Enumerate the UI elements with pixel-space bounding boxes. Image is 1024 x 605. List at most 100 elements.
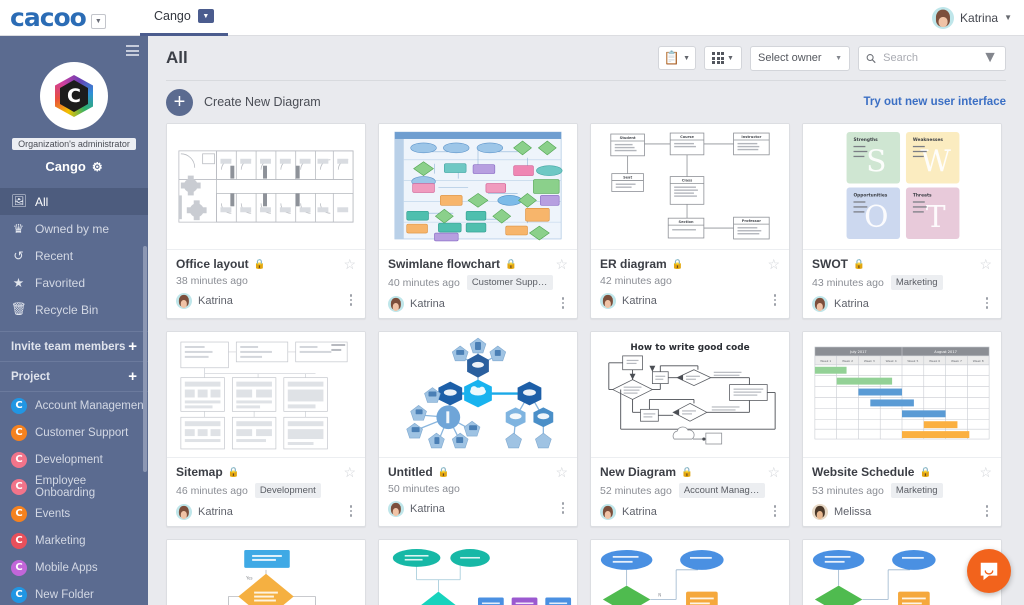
svg-text:Weaknesses: Weaknesses xyxy=(913,137,944,143)
card-tag[interactable]: Customer Support xyxy=(466,275,553,290)
chevron-down-icon[interactable]: ▼ xyxy=(90,14,106,29)
kebab-menu-icon[interactable] xyxy=(770,505,780,519)
card-tag[interactable]: Account Manage... xyxy=(678,483,765,498)
diagram-card[interactable]: July 2017 August 2017 Week 1 Week 2 Week 3 W… xyxy=(802,331,1002,527)
project-section-header[interactable]: Project + xyxy=(0,362,148,392)
sidebar-item-recent[interactable]: ↺ Recent xyxy=(0,242,148,269)
kebab-menu-icon[interactable] xyxy=(770,294,780,308)
card-tag[interactable]: Marketing xyxy=(890,483,943,498)
sidebar-item-favorited[interactable]: ★ Favorited xyxy=(0,269,148,296)
diagram-card[interactable]: Student Course Instructor Seat Class Sectio… xyxy=(590,123,790,319)
diagram-card[interactable]: Sitemap 🔒 ☆ 46 minutes ago Development K… xyxy=(166,331,366,527)
kebab-menu-icon[interactable] xyxy=(982,297,992,311)
star-outline-icon[interactable]: ☆ xyxy=(767,257,780,271)
sort-board-button[interactable]: 📋 ▼ xyxy=(657,46,696,70)
card-timestamp: 52 minutes ago xyxy=(600,484,672,497)
sidebar-scrollbar[interactable] xyxy=(143,246,147,472)
avatar xyxy=(932,6,955,29)
search-box[interactable]: ▼ xyxy=(858,45,1006,71)
sidebar-project-events[interactable]: C Events xyxy=(0,500,148,527)
kebab-menu-icon[interactable] xyxy=(346,294,356,308)
gear-icon[interactable]: ⚙ xyxy=(92,160,103,174)
office-layout-art xyxy=(167,124,365,249)
sidebar-item-all[interactable]: 🖼 All xyxy=(0,188,148,215)
kebab-menu-icon[interactable] xyxy=(346,505,356,519)
project-icon: C xyxy=(11,505,27,522)
grid-view-button[interactable]: ▼ xyxy=(704,46,742,70)
diagram-card[interactable]: How to write good code New Diagram 🔒 ☆ 5… xyxy=(590,331,790,527)
card-body: ER diagram 🔒 ☆ 42 minutes ago Katrina xyxy=(591,250,789,315)
star-outline-icon[interactable]: ☆ xyxy=(555,465,568,479)
thumbnail-flow-blue[interactable]: NY xyxy=(591,540,789,605)
star-icon: ★ xyxy=(12,276,25,290)
plus-icon[interactable]: + xyxy=(128,368,137,385)
flow-teal-art xyxy=(379,540,577,605)
thumbnail-sitemap[interactable] xyxy=(167,332,365,458)
diagram-card[interactable]: Office layout 🔒 ☆ 38 minutes ago Katrina xyxy=(166,123,366,319)
project-list: C Account Management C Customer Support … xyxy=(0,392,148,605)
star-outline-icon[interactable]: ☆ xyxy=(343,257,356,271)
crown-icon: ♛ xyxy=(12,222,25,236)
chevron-down-icon[interactable]: ▼ xyxy=(1004,13,1012,22)
sidebar-item-recycle-bin[interactable]: 🗑 Recycle Bin xyxy=(0,296,148,323)
sidebar-project-customer-support[interactable]: C Customer Support xyxy=(0,419,148,446)
card-tag[interactable]: Development xyxy=(254,483,321,498)
gantt-art: July 2017 August 2017 Week 1 Week 2 Week 3 W… xyxy=(803,332,1001,457)
star-outline-icon[interactable]: ☆ xyxy=(979,465,992,479)
diagram-card[interactable] xyxy=(378,539,578,605)
top-bar: cacoo ▼ Cango ▼ Katrina ▼ xyxy=(0,0,1024,36)
sidebar-project-new-folder[interactable]: C New Folder xyxy=(0,581,148,605)
card-tag[interactable]: Marketing xyxy=(890,275,943,290)
organization-name-row[interactable]: Cango ⚙ xyxy=(0,159,148,174)
tab-cango[interactable]: Cango ▼ xyxy=(140,0,228,36)
thumbnail-new-diagram[interactable]: How to write good code xyxy=(591,332,789,458)
kebab-menu-icon[interactable] xyxy=(558,297,568,311)
star-outline-icon[interactable]: ☆ xyxy=(979,257,992,271)
owner-select[interactable]: Select owner ▼ xyxy=(750,45,850,71)
hamburger-icon[interactable] xyxy=(126,45,139,59)
star-outline-icon[interactable]: ☆ xyxy=(767,465,780,479)
user-menu[interactable]: Katrina ▼ xyxy=(932,6,1024,29)
chevron-down-icon[interactable]: ▼ xyxy=(982,49,998,67)
thumbnail-untitled-network[interactable] xyxy=(379,332,577,458)
lock-icon: 🔒 xyxy=(681,466,693,478)
try-new-ui-link[interactable]: Try out new user interface xyxy=(863,96,1006,108)
create-new-diagram-button[interactable]: + Create New Diagram xyxy=(166,88,321,116)
chevron-down-icon[interactable]: ▼ xyxy=(835,55,842,62)
thumbnail-office-layout[interactable] xyxy=(167,124,365,250)
sidebar-item-owned-by-me[interactable]: ♛ Owned by me xyxy=(0,215,148,242)
kebab-menu-icon[interactable] xyxy=(558,502,568,516)
diagram-card[interactable]: SW O T Strengths Weaknesses Opportunities T… xyxy=(802,123,1002,319)
chat-widget-button[interactable] xyxy=(967,549,1011,593)
sidebar-project-employee-onboarding[interactable]: C Employee Onboarding xyxy=(0,473,148,500)
diagram-card[interactable]: Untitled 🔒 ☆ 50 minutes ago Katrina xyxy=(378,331,578,527)
plus-icon[interactable]: + xyxy=(128,338,137,355)
invite-team-members-button[interactable]: Invite team members + xyxy=(0,332,148,362)
thumbnail-flow-orange[interactable]: Yes xyxy=(167,540,365,605)
diagram-card[interactable]: Swimlane flowchart 🔒 ☆ 40 minutes ago Cu… xyxy=(378,123,578,319)
svg-text:Course: Course xyxy=(680,135,694,139)
thumbnail-swimlane-flowchart[interactable] xyxy=(379,124,577,250)
chevron-down-icon[interactable]: ▼ xyxy=(727,55,734,62)
sidebar-project-marketing[interactable]: C Marketing xyxy=(0,527,148,554)
diagram-card[interactable]: Yes xyxy=(166,539,366,605)
star-outline-icon[interactable]: ☆ xyxy=(555,257,568,271)
search-input[interactable] xyxy=(881,51,978,65)
diagram-card[interactable]: NY xyxy=(590,539,790,605)
kebab-menu-icon[interactable] xyxy=(982,505,992,519)
brand-logo[interactable]: cacoo ▼ xyxy=(0,0,140,36)
chevron-down-icon[interactable]: ▼ xyxy=(683,55,690,62)
sidebar-project-development[interactable]: C Development xyxy=(0,446,148,473)
card-title: Swimlane flowchart xyxy=(388,257,501,271)
thumbnail-er-diagram[interactable]: Student Course Instructor Seat Class Sectio… xyxy=(591,124,789,250)
avatar xyxy=(600,293,616,309)
card-timestamp: 53 minutes ago xyxy=(812,484,884,497)
sidebar-project-mobile-apps[interactable]: C Mobile Apps xyxy=(0,554,148,581)
thumbnail-swot[interactable]: SW O T Strengths Weaknesses Opportunities T… xyxy=(803,124,1001,250)
sidebar-project-account-management[interactable]: C Account Management xyxy=(0,392,148,419)
thumbnail-flow-teal[interactable] xyxy=(379,540,577,605)
chevron-down-icon[interactable]: ▼ xyxy=(197,9,214,23)
svg-text:Section: Section xyxy=(679,220,694,224)
star-outline-icon[interactable]: ☆ xyxy=(343,465,356,479)
thumbnail-website-schedule[interactable]: July 2017 August 2017 Week 1 Week 2 Week 3 W… xyxy=(803,332,1001,458)
